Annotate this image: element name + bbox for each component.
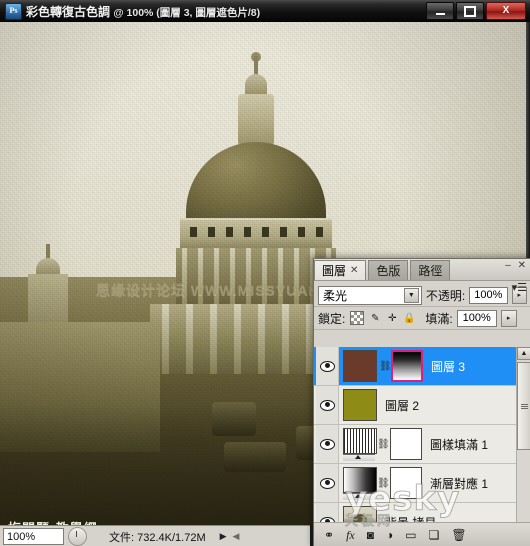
layer-row-2[interactable]: 圖層 2 [314,386,517,425]
layer-name[interactable]: 漸層對應 1 [430,475,488,492]
lock-row: 鎖定: ✎ ✛ 🔒 填滿: 100% ▸ [314,307,530,330]
layer-thumbnail[interactable] [343,389,377,421]
close-icon: X [502,5,510,16]
fill-input[interactable]: 100% [456,309,497,327]
blend-mode-row: 柔光 ▼ 不透明: 100% ▸ [314,284,530,307]
tab-channels-label: 色版 [376,264,401,278]
panel-tab-group: 圖層 ✕ 色版 路徑 [314,259,452,280]
layer-thumbnail[interactable] [343,506,377,523]
layer-thumbnail[interactable] [343,350,377,382]
blend-mode-value: 柔光 [323,288,348,303]
tab-paths[interactable]: 路徑 [410,260,451,280]
adjustment-layer-bar [343,492,375,500]
layers-panel: 圖層 ✕ 色版 路徑 – ✕ ▾☰ 柔光 ▼ 不透明: 100% ▸ 鎖定: ✎… [313,258,530,546]
visibility-toggle-eye-icon[interactable] [316,464,339,502]
tutorial-watermark: 梅問題‧教學網 [8,518,98,525]
lock-position-move-icon[interactable]: ✛ [386,312,398,324]
layer-mask-thumbnail[interactable] [390,467,422,499]
tab-channels[interactable]: 色版 [368,260,409,280]
pattern-fill-thumbnail-wrap [343,427,377,461]
fill-label: 填滿: [425,311,453,326]
layer-name[interactable]: 圖層 2 [385,397,419,414]
lock-label: 鎖定: [318,311,346,326]
layer-style-fx-icon[interactable]: fx [346,526,355,544]
layer-list-scrollbar[interactable]: ▲ [516,347,530,523]
link-layers-icon[interactable]: ⚭ [324,526,334,544]
visibility-toggle-eye-icon[interactable] [316,503,339,523]
window-title-rest: @ 100% (圖層 3, 圖層遮色片/8) [113,6,261,19]
layer-row-5[interactable]: 背景 拷貝 [314,503,517,523]
fill-layer-bar [343,453,375,461]
visibility-toggle-eye-icon[interactable] [316,347,339,385]
layer-row-1[interactable]: ⛓ 圖層 3 [314,347,517,386]
layer-row-4[interactable]: ⛓ 漸層對應 1 [314,464,517,503]
scroll-left-arrow-icon[interactable]: ◀ [233,531,240,542]
close-icon[interactable]: ✕ [350,265,358,276]
layer-name[interactable]: 圖層 3 [431,358,465,375]
layer-mask-thumbnail[interactable] [391,350,423,382]
add-layer-mask-icon[interactable]: ◙ [367,526,374,544]
document-status-bar: 100% 文件: 732.4K/1.72M ▶ ◀ [0,525,310,546]
link-mask-icon[interactable]: ⛓ [379,361,392,372]
tab-layers-label: 圖層 [322,264,347,278]
scroll-up-arrow-icon[interactable]: ▲ [517,347,530,360]
window-controls: X [426,2,526,20]
lock-image-brush-icon[interactable]: ✎ [369,312,381,324]
layer-thumbnail[interactable] [343,427,377,454]
layer-row-3[interactable]: ⛓ 圖樣填滿 1 [314,425,517,464]
minimize-icon[interactable]: – [505,260,513,271]
close-icon[interactable]: ✕ [518,260,528,271]
tab-layers[interactable]: 圖層 ✕ [314,260,367,280]
link-mask-icon[interactable]: ⛓ [377,478,390,489]
document-size-info: 文件: 732.4K/1.72M [109,531,206,544]
opacity-label: 不透明: [425,288,466,303]
window-title: 彩色轉復古色調 @ 100% (圖層 3, 圖層遮色片/8) [26,3,260,20]
gradient-map-thumbnail-wrap [343,466,377,500]
window-titlebar: Ps 彩色轉復古色調 @ 100% (圖層 3, 圖層遮色片/8) X [0,0,530,23]
visibility-toggle-eye-icon[interactable] [316,386,339,424]
maximize-button[interactable] [456,2,484,20]
new-group-icon[interactable]: ▭ [405,526,416,544]
photoshop-window: Ps 彩色轉復古色調 @ 100% (圖層 3, 圖層遮色片/8) X 思缘设计… [0,0,530,546]
lock-icon-group: ✎ ✛ 🔒 [350,311,416,325]
new-fill-adjustment-icon[interactable]: ◑ [386,526,393,544]
chevron-down-icon[interactable]: ▼ [403,287,419,303]
fill-slider-arrow-icon[interactable]: ▸ [500,309,517,327]
blend-mode-select[interactable]: 柔光 ▼ [318,285,422,305]
link-mask-icon[interactable]: ⛓ [377,439,390,450]
lock-transparency-icon[interactable] [350,311,365,325]
lock-all-lock-icon[interactable]: 🔒 [403,312,415,324]
layer-name[interactable]: 圖樣填滿 1 [430,436,488,453]
photoshop-icon: Ps [5,2,22,20]
close-button[interactable]: X [486,2,526,20]
tab-paths-label: 路徑 [418,264,443,278]
delete-layer-icon[interactable]: 🗑 [451,526,466,544]
panel-window-buttons[interactable]: – ✕ [505,260,528,271]
layer-mask-thumbnail[interactable] [390,428,422,460]
timing-icon [68,527,87,546]
layer-thumbnail[interactable] [343,466,377,493]
status-popup-arrow-icon[interactable]: ▶ [220,531,227,542]
scrollbar-thumb[interactable] [517,362,530,450]
window-title-main: 彩色轉復古色調 [26,4,111,19]
opacity-input[interactable]: 100% [469,286,508,304]
minimize-button[interactable] [426,2,454,20]
layer-list[interactable]: ⛓ 圖層 3 圖層 2 ⛓ 圖樣填滿 1 ⛓ 漸層對應 1 背景 拷貝 [314,347,530,523]
new-layer-icon[interactable]: ❏ [429,526,440,544]
layers-panel-footer: ⚭ fx ◙ ◑ ▭ ❏ 🗑 [314,522,530,546]
panel-menu-icon[interactable]: ▾☰ [512,281,527,294]
visibility-toggle-eye-icon[interactable] [316,425,339,463]
layers-panel-header: 圖層 ✕ 色版 路徑 – ✕ [314,259,530,281]
zoom-level-input[interactable]: 100% [3,528,64,545]
